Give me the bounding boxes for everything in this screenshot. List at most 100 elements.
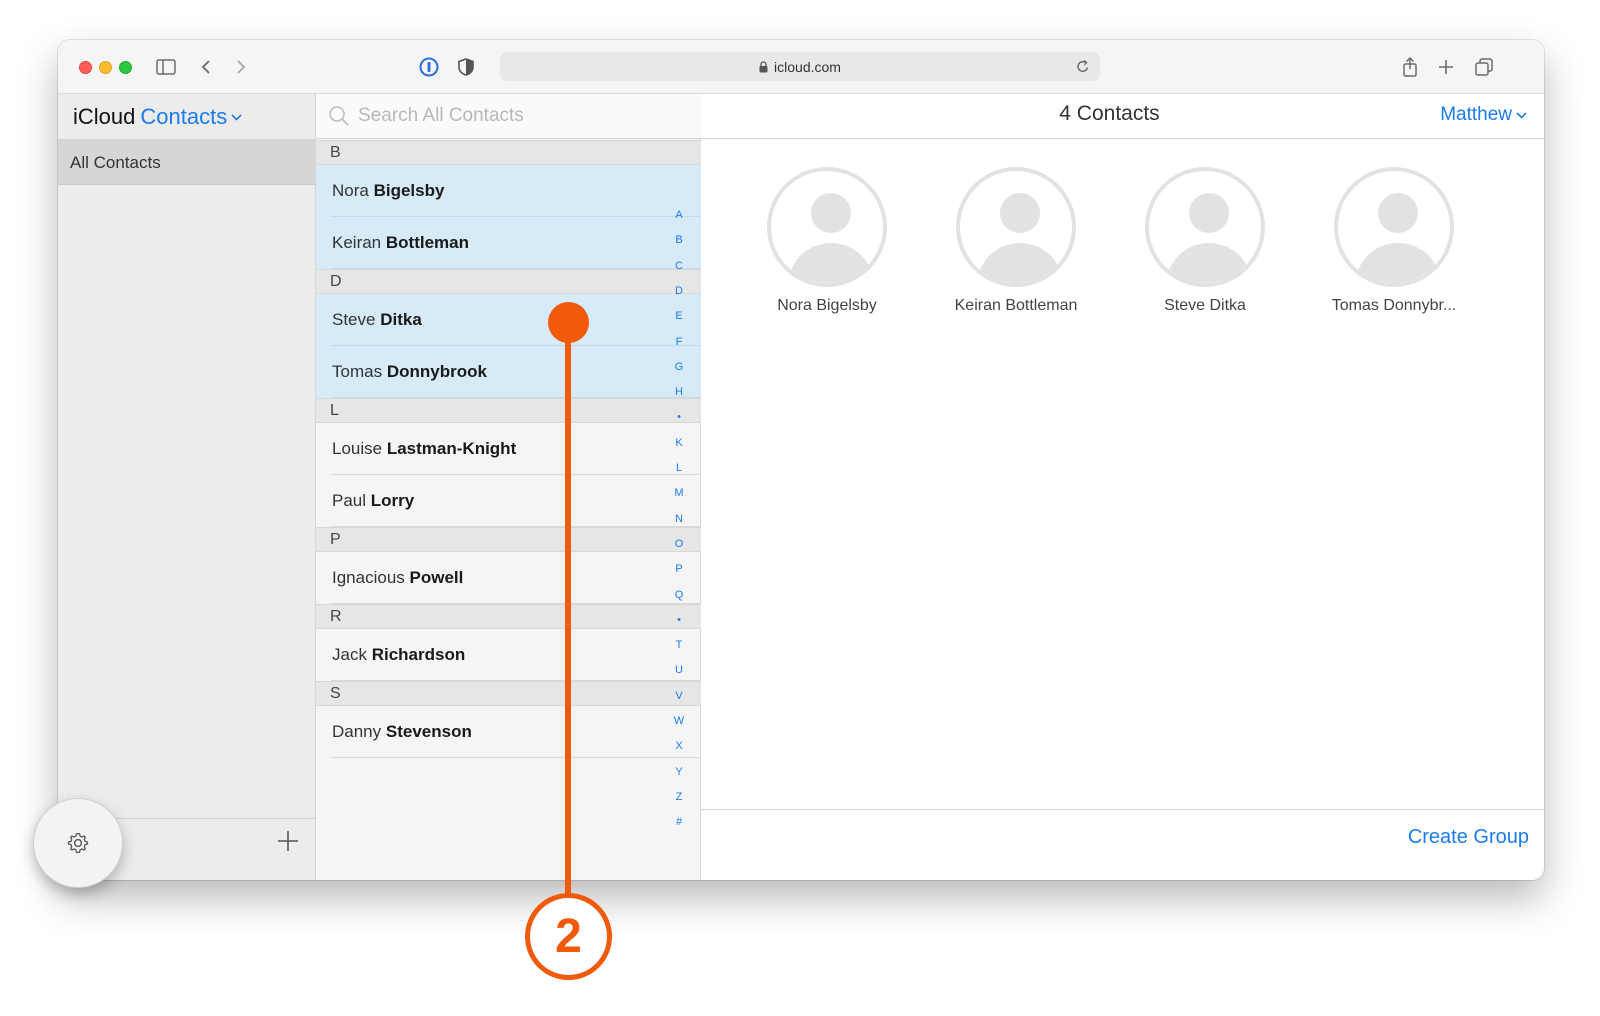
app-title[interactable]: iCloud Contacts: [73, 104, 242, 130]
index-letter[interactable]: A: [672, 209, 686, 221]
contact-first-name: Louise: [332, 439, 383, 458]
contact-row[interactable]: Louise Lastman-Knight: [316, 423, 701, 475]
contact-card[interactable]: Keiran Bottleman: [936, 167, 1096, 315]
contact-first-name: Jack: [332, 645, 367, 664]
contact-row[interactable]: Keiran Bottleman: [316, 217, 701, 269]
contact-card-name: Steve Ditka: [1164, 297, 1246, 314]
index-letter[interactable]: V: [672, 690, 686, 702]
contact-first-name: Keiran: [332, 233, 382, 252]
index-letter[interactable]: W: [672, 715, 686, 727]
index-letter[interactable]: P: [672, 563, 686, 575]
app-section[interactable]: Contacts: [140, 104, 227, 130]
account-menu[interactable]: Matthew: [1440, 104, 1527, 126]
settings-button[interactable]: [33, 798, 123, 888]
index-letter[interactable]: F: [672, 336, 686, 348]
privacy-shield-icon[interactable]: [453, 54, 479, 80]
index-letter[interactable]: N: [672, 513, 686, 525]
contact-last-name: Lastman-Knight: [386, 439, 517, 458]
back-icon[interactable]: [193, 54, 219, 80]
tab-overview-icon[interactable]: [1471, 54, 1497, 80]
index-letter[interactable]: #: [672, 816, 686, 828]
index-letter[interactable]: B: [672, 234, 686, 246]
share-icon[interactable]: [1397, 54, 1423, 80]
contact-card-name: Keiran Bottleman: [954, 297, 1078, 314]
contact-card[interactable]: Nora Bigelsby: [747, 167, 907, 315]
index-letter[interactable]: H: [672, 386, 686, 398]
contact-row[interactable]: Jack Richardson: [316, 629, 701, 681]
contact-row[interactable]: Ignacious Powell: [316, 552, 701, 604]
new-tab-icon[interactable]: [1433, 54, 1459, 80]
search-field[interactable]: Search All Contacts: [316, 94, 701, 139]
password-manager-icon[interactable]: [416, 54, 442, 80]
contact-last-name: Powell: [409, 568, 464, 587]
index-letter[interactable]: M: [672, 487, 686, 499]
app-name: iCloud: [73, 104, 136, 129]
index-letter[interactable]: •: [672, 411, 686, 423]
sidebar-toggle-icon[interactable]: [153, 54, 179, 80]
create-group-button[interactable]: Create Group: [1408, 826, 1529, 849]
contact-last-name: Bottleman: [385, 233, 469, 252]
index-letter[interactable]: Z: [672, 791, 686, 803]
index-letter[interactable]: T: [672, 639, 686, 651]
browser-toolbar: icloud.com: [58, 40, 1544, 94]
reload-icon[interactable]: [1076, 58, 1090, 74]
index-letter[interactable]: •: [672, 614, 686, 626]
avatar-placeholder-icon: [956, 167, 1076, 287]
contact-first-name: Tomas: [332, 362, 383, 381]
row-divider: [331, 757, 701, 758]
contact-list-column: Search All Contacts B Nora Bigelsby Keiran…: [316, 94, 701, 880]
index-letter[interactable]: Y: [672, 766, 686, 778]
search-placeholder: Search All Contacts: [358, 105, 524, 126]
index-letter[interactable]: D: [672, 285, 686, 297]
callout-line: [565, 325, 571, 895]
callout-dot: [548, 302, 589, 343]
index-letter[interactable]: Q: [672, 589, 686, 601]
contact-card[interactable]: Steve Ditka: [1125, 167, 1285, 315]
group-all-contacts[interactable]: All Contacts: [58, 140, 316, 185]
chevron-down-icon[interactable]: [231, 113, 242, 121]
section-header: S: [316, 681, 701, 706]
contact-row[interactable]: Tomas Donnybrook: [316, 346, 701, 398]
forward-icon[interactable]: [228, 54, 254, 80]
contact-row[interactable]: Danny Stevenson: [316, 706, 701, 758]
contact-card[interactable]: Tomas Donnybr...: [1314, 167, 1474, 315]
address-bar[interactable]: icloud.com: [500, 52, 1100, 81]
address-text: icloud.com: [774, 58, 841, 75]
contact-last-name: Donnybrook: [386, 362, 487, 381]
close-window-button[interactable]: [79, 61, 92, 74]
details-header: 4 Contacts Matthew: [701, 94, 1544, 139]
contact-last-name: Bigelsby: [373, 181, 445, 200]
index-letter[interactable]: U: [672, 664, 686, 676]
search-icon: [328, 105, 350, 127]
index-letter[interactable]: L: [672, 462, 686, 474]
contact-row[interactable]: Paul Lorry: [316, 475, 701, 527]
index-letter[interactable]: O: [672, 538, 686, 550]
account-name[interactable]: Matthew: [1440, 104, 1512, 126]
section-header: P: [316, 527, 701, 552]
add-contact-button[interactable]: [274, 827, 302, 855]
contact-first-name: Paul: [332, 491, 367, 510]
contact-row[interactable]: Steve Ditka: [316, 294, 701, 346]
contact-last-name: Richardson: [371, 645, 466, 664]
index-letter[interactable]: K: [672, 437, 686, 449]
gear-icon: [67, 832, 89, 854]
contact-card-name: Tomas Donnybr...: [1331, 297, 1457, 314]
zoom-window-button[interactable]: [119, 61, 132, 74]
selected-count: 4 Contacts: [1059, 102, 1160, 125]
browser-window: icloud.com iCloud Contacts All Contacts: [58, 40, 1544, 880]
index-letter[interactable]: X: [672, 740, 686, 752]
index-letter[interactable]: C: [672, 260, 686, 272]
avatar-placeholder-icon: [767, 167, 887, 287]
index-letter[interactable]: E: [672, 310, 686, 322]
avatar-placeholder-icon: [1145, 167, 1265, 287]
contact-row[interactable]: Nora Bigelsby: [316, 165, 701, 217]
chevron-down-icon[interactable]: [1516, 111, 1527, 119]
minimize-window-button[interactable]: [99, 61, 112, 74]
section-header: R: [316, 604, 701, 629]
index-letter[interactable]: G: [672, 361, 686, 373]
contact-first-name: Ignacious: [332, 568, 405, 587]
contact-card-name: Nora Bigelsby: [777, 297, 877, 314]
contact-details-pane: 4 Contacts Matthew Nora Bigelsby Keiran B…: [701, 94, 1544, 880]
groups-sidebar: iCloud Contacts All Contacts: [58, 94, 316, 880]
plus-icon: [278, 831, 298, 851]
